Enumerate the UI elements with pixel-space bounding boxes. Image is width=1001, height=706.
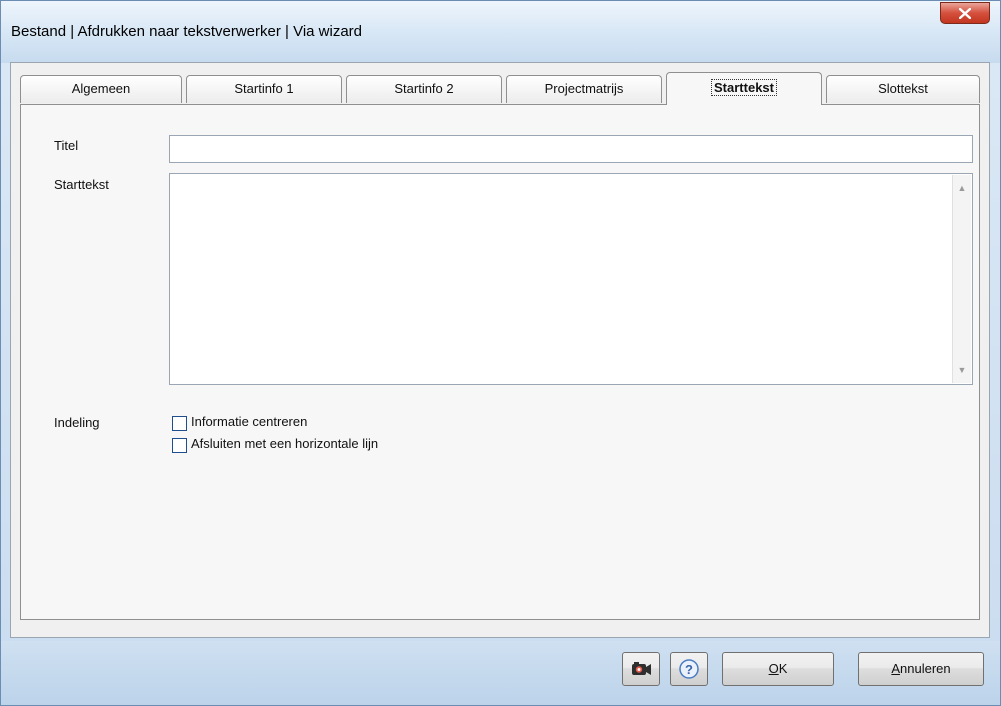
tab-panel-starttekst: Titel Starttekst ▲ ▼ Indeling Informatie… [20,104,980,620]
tab-projectmatrijs[interactable]: Projectmatrijs [506,75,662,103]
starttekst-textarea[interactable]: ▲ ▼ [169,173,973,385]
svg-text:?: ? [685,662,693,677]
tab-label: Algemeen [71,81,131,96]
tab-starttekst[interactable]: Starttekst [666,72,822,105]
titel-label: Titel [54,138,79,153]
scroll-down-icon[interactable]: ▼ [957,365,967,375]
horizontale-lijn-label: Afsluiten met een horizontale lijn [191,436,379,451]
camera-icon [632,662,651,675]
starttekst-label: Starttekst [54,177,109,192]
annuleren-label: Annuleren [891,661,951,676]
vertical-scrollbar[interactable]: ▲ ▼ [952,175,971,383]
window-title: Bestand | Afdrukken naar tekstverwerker … [11,23,363,40]
tab-slottekst[interactable]: Slottekst [826,75,980,103]
tab-label: Startinfo 2 [394,81,454,96]
scroll-up-icon[interactable]: ▲ [957,183,967,193]
tab-label: Slottekst [878,81,928,96]
annuleren-button[interactable]: Annuleren [858,652,984,686]
close-icon [959,7,971,19]
ok-button[interactable]: OK [722,652,834,686]
horizontale-lijn-checkbox[interactable] [172,438,187,453]
tab-strip: Algemeen Startinfo 1 Startinfo 2 Project… [20,72,980,105]
ok-label: OK [768,661,788,676]
indeling-label: Indeling [54,415,100,430]
tab-startinfo-1[interactable]: Startinfo 1 [186,75,342,103]
help-button[interactable]: ? [670,652,708,686]
informatie-centreren-label: Informatie centreren [191,414,308,429]
footer-area [1,641,1000,705]
tab-label: Projectmatrijs [544,81,624,96]
tab-startinfo-2[interactable]: Startinfo 2 [346,75,502,103]
help-icon: ? [679,659,699,679]
informatie-centreren-checkbox[interactable] [172,416,187,431]
tab-algemeen[interactable]: Algemeen [20,75,182,103]
titel-input[interactable] [169,135,973,163]
tab-label: Startinfo 1 [234,81,294,96]
tab-label: Starttekst [711,79,777,96]
close-button[interactable] [940,2,990,24]
camera-button[interactable] [622,652,660,686]
title-bar[interactable]: Bestand | Afdrukken naar tekstverwerker … [1,1,1000,63]
